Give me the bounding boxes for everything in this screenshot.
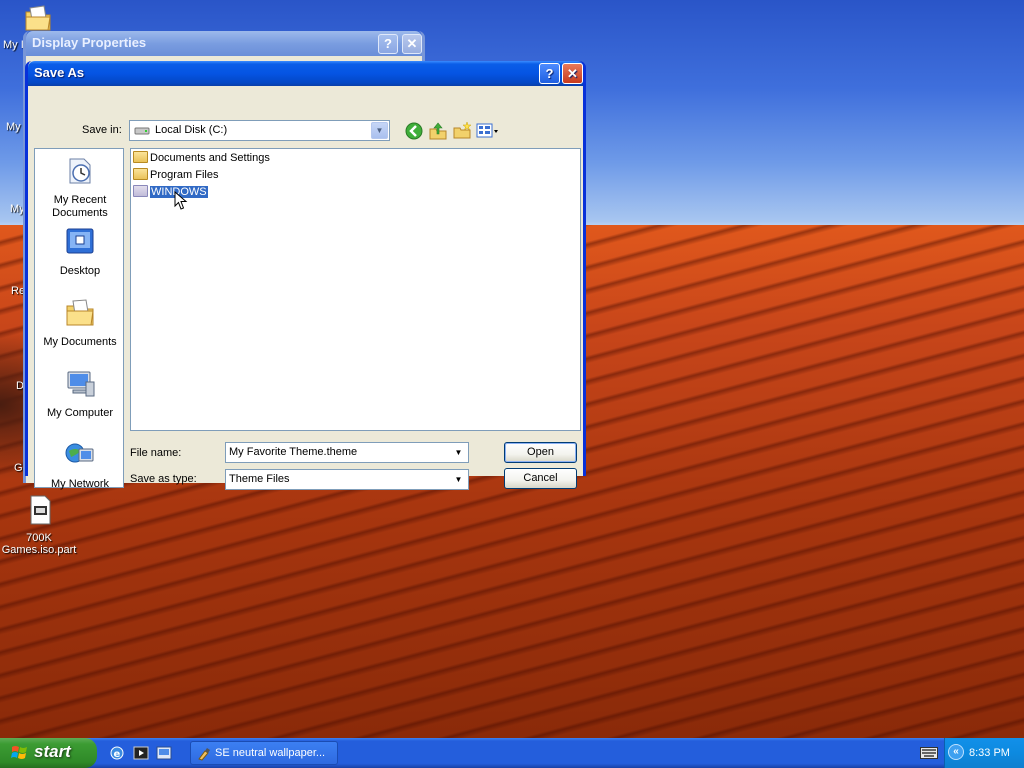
start-label: start bbox=[34, 742, 71, 761]
iso-file-label-line2: Games.iso.part bbox=[1, 544, 77, 556]
display-properties-titlebar[interactable]: Display Properties ? ✕ bbox=[26, 31, 422, 56]
place-my-network[interactable]: My Network bbox=[35, 439, 125, 491]
system-tray: « 8:33 PM bbox=[944, 738, 1024, 768]
show-desktop-icon[interactable] bbox=[156, 745, 172, 761]
place-label: My Documents bbox=[43, 336, 117, 348]
tray-expand-button[interactable]: « bbox=[948, 744, 964, 760]
paint-icon bbox=[198, 748, 210, 761]
chevron-down-icon[interactable]: ▼ bbox=[450, 471, 467, 488]
back-icon[interactable] bbox=[404, 121, 424, 141]
file-name: Program Files bbox=[150, 169, 219, 181]
desktop-icon-label: G bbox=[14, 462, 23, 474]
save-as-titlebar[interactable]: Save As ? ✕ bbox=[28, 61, 583, 86]
open-button[interactable]: Open bbox=[504, 442, 577, 463]
taskbar-button-wallpaper[interactable]: SE neutral wallpaper... bbox=[190, 741, 338, 765]
file-name-input[interactable]: My Favorite Theme.theme ▼ bbox=[225, 442, 469, 463]
place-my-computer[interactable]: My Computer bbox=[35, 368, 125, 420]
chevron-down-icon[interactable]: ▼ bbox=[450, 444, 467, 461]
media-player-icon[interactable] bbox=[133, 745, 149, 761]
recent-documents-icon bbox=[69, 158, 91, 184]
place-label: My Network bbox=[50, 478, 110, 490]
save-in-dropdown[interactable]: Local Disk (C:) ▼ bbox=[129, 120, 390, 141]
close-button[interactable]: ✕ bbox=[562, 63, 583, 84]
my-documents-icon bbox=[66, 299, 94, 326]
window-title: Display Properties bbox=[32, 35, 147, 50]
list-item[interactable]: Documents and Settings bbox=[133, 151, 270, 167]
place-label: My Computer bbox=[46, 407, 114, 419]
iso-file-label-line1: 700K bbox=[26, 532, 52, 544]
svg-text:e: e bbox=[114, 749, 121, 760]
chevron-down-icon[interactable]: ▼ bbox=[371, 122, 388, 139]
save-as-type-dropdown[interactable]: Theme Files ▼ bbox=[225, 469, 469, 490]
close-button[interactable]: ✕ bbox=[402, 34, 422, 54]
help-button[interactable]: ? bbox=[378, 34, 398, 54]
keyboard-icon[interactable] bbox=[920, 747, 938, 759]
list-item[interactable]: Program Files bbox=[133, 168, 218, 184]
desktop-icon-label: My I bbox=[3, 39, 24, 51]
save-as-body: Save in: Local Disk (C:) ▼ My Recent Doc… bbox=[28, 86, 583, 490]
local-disk-icon bbox=[134, 127, 150, 135]
folder-icon bbox=[133, 168, 148, 180]
place-label: Desktop bbox=[59, 265, 101, 277]
places-bar: My Recent Documents Desktop My Documents bbox=[34, 148, 125, 491]
up-one-level-icon[interactable] bbox=[428, 121, 448, 141]
save-in-label: Save in: bbox=[82, 124, 122, 136]
file-name: Documents and Settings bbox=[150, 152, 270, 164]
view-menu-icon[interactable] bbox=[476, 121, 500, 141]
clock[interactable]: 8:33 PM bbox=[969, 747, 1010, 759]
save-in-value: Local Disk (C:) bbox=[155, 124, 228, 136]
windows-logo-icon bbox=[11, 746, 27, 759]
taskbar-button-label: SE neutral wallpaper... bbox=[215, 747, 326, 759]
my-network-icon bbox=[65, 443, 94, 463]
new-folder-icon[interactable] bbox=[452, 121, 472, 141]
file-list[interactable]: Documents and Settings Program Files WIN… bbox=[130, 148, 581, 431]
place-label: My Recent bbox=[53, 194, 107, 206]
list-item-selected[interactable]: WINDOWS bbox=[133, 185, 209, 201]
place-my-documents[interactable]: My Documents bbox=[35, 297, 125, 349]
cancel-button[interactable]: Cancel bbox=[504, 468, 577, 489]
file-name-value: My Favorite Theme.theme bbox=[229, 446, 358, 458]
desktop-icon bbox=[66, 228, 94, 254]
file-name-label: File name: bbox=[130, 447, 182, 459]
place-desktop[interactable]: Desktop bbox=[35, 226, 125, 278]
save-as-type-label: Save as type: bbox=[130, 473, 197, 485]
internet-explorer-icon[interactable]: e bbox=[109, 745, 125, 761]
folder-icon bbox=[133, 185, 148, 197]
place-my-recent-documents[interactable]: My Recent Documents bbox=[35, 155, 125, 220]
folder-icon bbox=[133, 151, 148, 163]
save-as-type-value: Theme Files bbox=[229, 473, 290, 485]
start-button[interactable]: start bbox=[0, 738, 97, 768]
folder-documents-icon bbox=[25, 5, 51, 31]
my-computer-icon bbox=[67, 371, 95, 397]
desktop-icon-iso-file[interactable]: 700K Games.iso.part bbox=[1, 494, 77, 556]
dialog-title: Save As bbox=[34, 65, 85, 80]
taskbar: start e SE neutral wallpaper... « 8:33 P… bbox=[0, 738, 1024, 768]
save-as-dialog[interactable]: Save As ? ✕ Save in: Local Disk (C:) ▼ M… bbox=[25, 61, 586, 490]
place-label: Documents bbox=[52, 207, 108, 219]
mouse-cursor-icon bbox=[174, 191, 188, 210]
desktop-icon-label: My bbox=[6, 121, 21, 133]
file-iso-icon bbox=[30, 495, 51, 525]
help-button[interactable]: ? bbox=[539, 63, 560, 84]
